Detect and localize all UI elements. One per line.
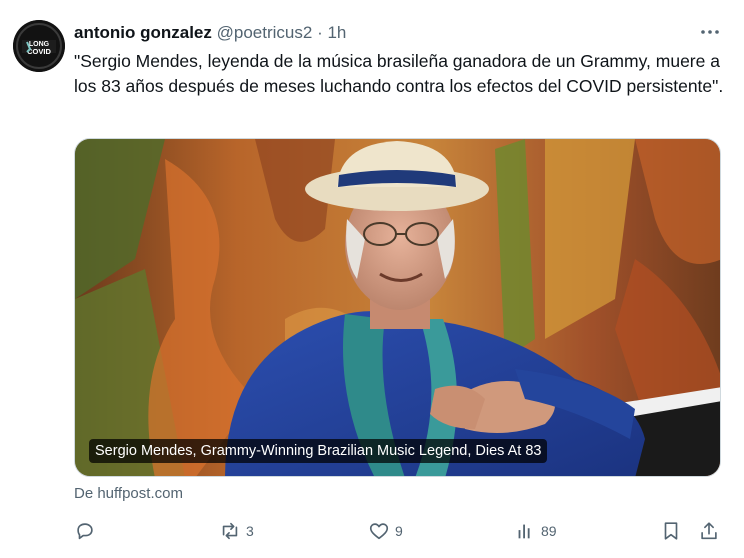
tweet[interactable]: LONG COVID antonio gonzalez @poetricus2 … (0, 0, 744, 558)
views-button[interactable]: 89 (514, 516, 557, 546)
like-button[interactable]: 9 (368, 516, 403, 546)
reply-button[interactable] (74, 516, 101, 546)
bookmark-button[interactable] (660, 516, 682, 546)
tweet-header: antonio gonzalez @poetricus2 · 1h (74, 22, 346, 44)
reply-icon (77, 523, 93, 540)
more-dots-icon[interactable] (698, 20, 722, 44)
avatar[interactable]: LONG COVID (13, 20, 65, 72)
retweet-count: 3 (246, 523, 254, 539)
share-icon (701, 522, 717, 540)
views-count: 89 (541, 523, 557, 539)
share-button[interactable] (698, 516, 720, 546)
like-count: 9 (395, 523, 403, 539)
article-photo (75, 139, 720, 476)
author-name[interactable]: antonio gonzalez (74, 23, 212, 42)
retweet-icon (222, 522, 238, 540)
heart-icon (369, 523, 389, 540)
tweet-text: "Sergio Mendes, leyenda de la música bra… (74, 51, 724, 96)
avatar-logo: LONG COVID (13, 20, 65, 72)
card-headline: Sergio Mendes, Grammy-Winning Brazilian … (89, 439, 548, 463)
views-icon (518, 524, 530, 539)
author-handle[interactable]: @poetricus2 (217, 23, 313, 42)
link-card[interactable]: Sergio Mendes, Grammy-Winning Brazilian … (74, 138, 721, 477)
retweet-button[interactable]: 3 (219, 516, 254, 546)
separator: · (317, 23, 323, 42)
timestamp[interactable]: 1h (327, 23, 346, 42)
bookmark-icon (664, 522, 678, 540)
card-source[interactable]: De huffpost.com (74, 485, 183, 502)
action-bar: 3 9 89 (74, 516, 724, 546)
